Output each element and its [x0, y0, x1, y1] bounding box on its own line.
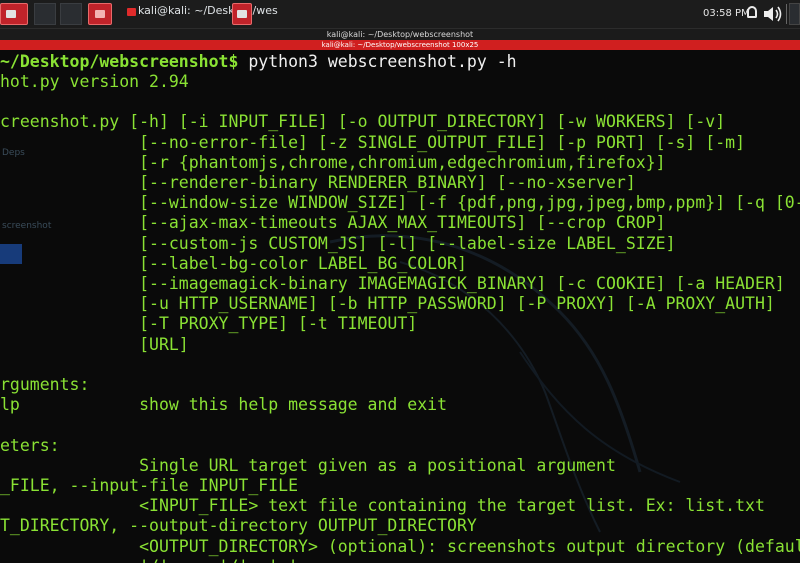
panel-menu-button[interactable]	[789, 3, 800, 25]
window-icon	[6, 10, 16, 18]
terminal-line: [-u HTTP_USERNAME] [-b HTTP_PASSWORD] [-…	[0, 294, 775, 314]
terminal-icon	[95, 10, 105, 18]
terminal-line: Single URL target given as a positional …	[0, 455, 616, 475]
prompt-path: ~/Desktop/webscreenshot$	[0, 52, 239, 71]
terminal-line: _FILE, --input-file INPUT_FILE	[0, 476, 299, 495]
terminal-line: [URL]	[0, 334, 189, 354]
terminal-line: lp show this help message and exit	[0, 395, 448, 415]
terminal-line: T_DIRECTORY, --output-directory OUTPUT_D…	[0, 516, 477, 536]
terminal-content[interactable]: Deps screenshot ~/Desktop/webscreenshot$…	[0, 52, 800, 563]
volume-icon[interactable]	[762, 4, 784, 24]
terminal-line: [-r {phantomjs,chrome,chromium,edgechrom…	[0, 152, 666, 172]
window-icon	[237, 10, 247, 18]
prompt-line: ~/Desktop/webscreenshot$ python3 webscre…	[0, 52, 517, 72]
terminal-tab[interactable]: kali@kali: ~/Desktop/webscreenshot 100x2…	[0, 40, 800, 50]
terminal-line: [--label-bg-color LABEL_BG_COLOR]	[0, 253, 467, 273]
terminal-launcher-button[interactable]	[88, 3, 112, 25]
terminal-line: '/' . '/' ' '	[0, 557, 308, 563]
clock[interactable]: 03:58 PM	[703, 8, 750, 19]
terminal-line: [--imagemagick-binary IMAGEMAGICK_BINARY…	[0, 274, 785, 293]
workspace-1-button[interactable]	[34, 3, 56, 25]
terminal-line: [--ajax-max-timeouts AJAX_MAX_TIMEOUTS] …	[0, 213, 666, 233]
terminal-line: [-T PROXY_TYPE] [-t TIMEOUT]	[0, 314, 418, 334]
terminal-line: [--renderer-binary RENDERER_BINARY] [--n…	[0, 173, 636, 192]
terminal-line: [--no-error-file] [-z SINGLE_OUTPUT_FILE…	[0, 132, 746, 152]
notification-bell-icon[interactable]	[747, 6, 757, 18]
terminal-task-icon	[127, 8, 136, 16]
terminal-line: eters:	[0, 435, 60, 455]
prompt-command: python3 webscreenshot.py -h	[238, 52, 517, 71]
taskbar-window-title[interactable]: kali@kali: ~/Desktop/wes	[138, 4, 278, 17]
taskbar: kali@kali: ~/Desktop/wes 03:58 PM	[0, 0, 800, 29]
terminal-line: [--custom-js CUSTOM_JS] [-l] [--label-si…	[0, 233, 676, 253]
terminal-line: hot.py version 2.94	[0, 72, 189, 91]
terminal-line: [--window-size WINDOW_SIZE] [-f {pdf,png…	[0, 193, 800, 213]
window-titlebar[interactable]: kali@kali: ~/Desktop/webscreenshot	[0, 29, 800, 40]
taskbar-window-button[interactable]	[232, 3, 252, 25]
taskbar-separator	[786, 4, 787, 24]
terminal-line: <INPUT_FILE> text file containing the ta…	[0, 496, 765, 516]
terminal-line: <OUTPUT_DIRECTORY> (optional): screensho…	[0, 536, 800, 556]
terminal-line: creenshot.py [-h] [-i INPUT_FILE] [-o OU…	[0, 112, 726, 132]
workspace-2-button[interactable]	[60, 3, 82, 25]
show-desktop-button[interactable]	[0, 3, 28, 25]
terminal-line: rguments:	[0, 375, 90, 394]
